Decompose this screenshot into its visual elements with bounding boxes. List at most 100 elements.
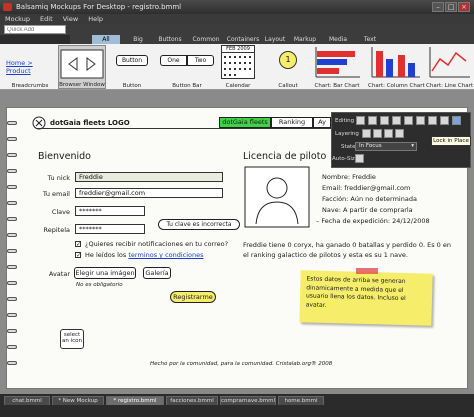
avatar-placeholder-icon: [244, 166, 310, 228]
column-chart-icon: [371, 47, 420, 78]
send-backward-icon[interactable]: [384, 129, 393, 138]
doc-tab-new-mockup[interactable]: * New Mockup: [52, 396, 104, 405]
doc-tab-comprarnave[interactable]: comprarnave.bmml: [220, 396, 276, 405]
tab-text[interactable]: Text: [358, 35, 382, 44]
doc-tab-home[interactable]: home.bmml: [278, 396, 324, 405]
lock-icon[interactable]: [452, 116, 461, 125]
paste-icon[interactable]: [404, 116, 413, 125]
callout-badge: 1: [279, 51, 297, 69]
cut-icon[interactable]: [392, 116, 401, 125]
menu-item-edit[interactable]: Edit: [40, 15, 53, 23]
group-icon[interactable]: [428, 116, 437, 125]
library-item-button[interactable]: Button Button: [112, 45, 152, 89]
tab-all[interactable]: All: [92, 35, 120, 44]
bring-to-front-icon[interactable]: [362, 129, 371, 138]
repeat-password-label: Repitela: [43, 226, 71, 234]
library-item-breadcrumbs[interactable]: Home > Product Breadcrumbs: [4, 45, 56, 89]
quick-add-input[interactable]: [4, 25, 66, 34]
layering-label: Layering: [335, 131, 359, 137]
state-select-value: In Focus: [359, 143, 382, 149]
tab-buttons[interactable]: Buttons: [154, 35, 186, 44]
library-item-calendar[interactable]: FEB 2009 Calendar: [218, 45, 258, 89]
library-item-chart-line[interactable]: Chart: Line Chart: [426, 45, 474, 89]
doc-tab-chat[interactable]: chat.bmml: [4, 396, 50, 405]
library-label: Breadcrumbs: [11, 83, 49, 89]
sticky-note-text: Estos datos de arriba se generan dinamic…: [305, 275, 406, 309]
library-item-browser-window[interactable]: Browser Window: [58, 45, 106, 89]
copy-icon[interactable]: [380, 116, 389, 125]
email-field[interactable]: freddier@gmail.com: [75, 188, 223, 198]
menu-item-mockup[interactable]: Mockup: [5, 15, 30, 23]
minimize-icon[interactable]: –: [432, 2, 444, 12]
license-faction: Facción: Aún no determinada: [322, 195, 417, 203]
chevron-down-icon: ▾: [411, 143, 414, 149]
window-title: Balsamiq Mockups For Desktop - registro.…: [16, 3, 182, 11]
tab-media[interactable]: Media: [324, 35, 352, 44]
sample-button-two: Two: [187, 55, 214, 66]
library-item-chart-bar[interactable]: Chart: Bar Chart: [312, 45, 362, 89]
bar-chart-icon: [315, 47, 360, 78]
nav-tab-dotgaia[interactable]: dotGaia fleets: [219, 117, 271, 128]
browser-window-icon: [60, 49, 104, 79]
nick-field[interactable]: Freddie: [75, 172, 223, 182]
register-button[interactable]: Registrarme: [170, 291, 216, 303]
notify-label: ¿Quieres recibir notificaciones en tu co…: [85, 240, 229, 248]
menu-bar: Mockup Edit View Help: [0, 14, 474, 24]
tab-common[interactable]: Common: [190, 35, 222, 44]
license-name: Nombre: Freddie: [322, 173, 376, 181]
editing-label: Editing: [335, 118, 355, 124]
password-field[interactable]: *******: [75, 206, 145, 216]
library-label: Chart: Line Chart: [426, 83, 474, 89]
state-select[interactable]: In Focus ▾: [355, 142, 417, 151]
nav-tab-ayuda[interactable]: Ay: [313, 117, 331, 128]
library-label: Chart: Bar Chart: [314, 83, 360, 89]
edit-icon[interactable]: [356, 116, 365, 125]
terms-checkbox[interactable]: ✓: [75, 252, 81, 259]
calendar-month: FEB 2009: [222, 46, 254, 53]
close-icon[interactable]: ×: [458, 2, 470, 12]
scissors-icon[interactable]: [416, 116, 425, 125]
gallery-button[interactable]: Galería: [143, 267, 171, 279]
library-item-chart-column[interactable]: Chart: Column Chart: [368, 45, 425, 89]
library-item-callout[interactable]: 1 Callout: [268, 45, 308, 89]
library-item-button-bar[interactable]: One Two Button Bar: [158, 45, 216, 89]
nick-label: Tu nick: [47, 174, 70, 182]
notebook-rings: [6, 107, 18, 389]
breadcrumb-product: Product: [6, 67, 31, 75]
terms-prefix: He leídos los: [85, 251, 127, 259]
doc-tab-registro[interactable]: * registro.bmml: [106, 396, 164, 405]
sticky-note: Estos datos de arriba se generan dinamic…: [299, 270, 433, 326]
send-to-back-icon[interactable]: [395, 129, 404, 138]
menu-item-help[interactable]: Help: [88, 15, 103, 23]
lock-in-place-tooltip: Lock in Place: [431, 136, 471, 146]
title-bar: Balsamiq Mockups For Desktop - registro.…: [0, 0, 474, 14]
notify-checkbox[interactable]: ✓: [75, 241, 81, 248]
avatar-label: Avatar: [48, 270, 70, 278]
ungroup-icon[interactable]: [440, 116, 449, 125]
library-label: Button: [122, 83, 142, 89]
clone-icon[interactable]: [368, 116, 377, 125]
calendar-grid-icon: [224, 56, 251, 76]
tab-markup[interactable]: Markup: [290, 35, 320, 44]
library-label: Calendar: [225, 83, 251, 89]
bring-forward-icon[interactable]: [373, 129, 382, 138]
license-summary: Freddie tiene 0 coryx, ha ganado 0 batal…: [243, 241, 451, 259]
choose-image-button[interactable]: Elegir una imágen: [74, 267, 136, 279]
password-error-tooltip: Tu clave es incorrecta: [158, 219, 240, 230]
license-date: Fecha de expedición: 24/12/2008: [321, 217, 430, 225]
autosize-icon[interactable]: [355, 154, 364, 163]
password-label: Clave: [51, 208, 70, 216]
select-icon-box[interactable]: select an icon: [60, 329, 84, 349]
tab-layout[interactable]: Layout: [262, 35, 288, 44]
nav-tab-ranking[interactable]: Ranking: [271, 117, 313, 128]
library-label: Chart: Column Chart: [368, 83, 425, 89]
tab-big[interactable]: Big: [126, 35, 150, 44]
menu-item-view[interactable]: View: [63, 15, 78, 23]
repeat-password-field[interactable]: *******: [75, 224, 145, 234]
tab-containers[interactable]: Containers: [224, 35, 262, 44]
terms-link[interactable]: terminos y condiciones: [128, 251, 203, 259]
library-label: Browser Window: [59, 82, 105, 88]
maximize-icon[interactable]: □: [445, 2, 457, 12]
doc-tab-facciones[interactable]: facciones.bmml: [166, 396, 218, 405]
mockup-footer: Hecho por la comunidad, para la comunida…: [150, 361, 333, 367]
